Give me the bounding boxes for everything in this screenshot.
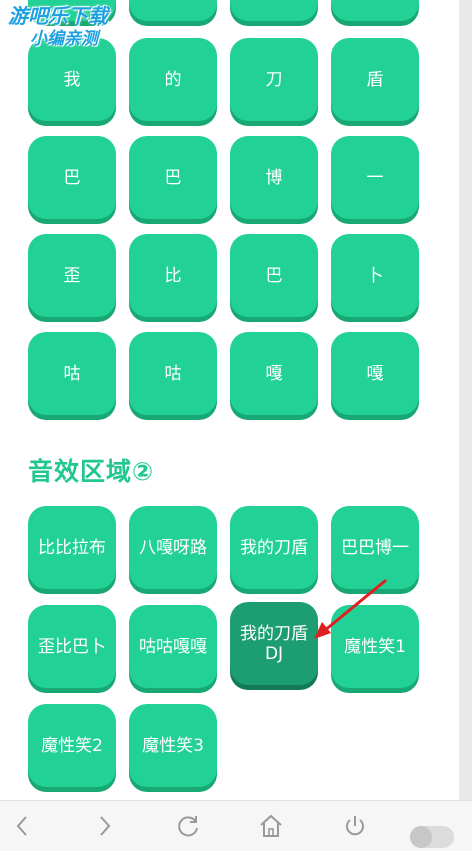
sound-button[interactable]: 刀 xyxy=(230,38,318,121)
sound-button[interactable]: 的 xyxy=(129,38,217,121)
sound-button[interactable]: 歪 xyxy=(28,234,116,317)
sound-button[interactable]: 巴 xyxy=(230,234,318,317)
sound-button[interactable]: 嘎 xyxy=(331,332,419,415)
sound-button[interactable]: 巴 xyxy=(28,136,116,219)
sound-button[interactable]: 咕咕嘎嘎 xyxy=(129,605,217,688)
sound-button[interactable]: 盾 xyxy=(331,38,419,121)
page-scrollbar[interactable] xyxy=(459,0,472,800)
sound-button[interactable]: 嘎 xyxy=(230,332,318,415)
sound-button[interactable]: 卜 xyxy=(331,234,419,317)
sound-button-partial[interactable] xyxy=(230,0,318,21)
sound-button-partial[interactable] xyxy=(331,0,419,21)
sound-button[interactable]: 八嘎呀路 xyxy=(129,506,217,589)
sound-button[interactable]: 魔性笑3 xyxy=(129,704,217,787)
section-title: 音效区域② xyxy=(28,457,155,486)
forward-icon[interactable] xyxy=(90,801,120,851)
sound-button[interactable]: 博 xyxy=(230,136,318,219)
annotation-arrow-icon xyxy=(314,579,387,639)
toggle-switch[interactable] xyxy=(410,826,454,848)
toggle-knob xyxy=(410,826,432,848)
sound-button[interactable]: 比比拉布 xyxy=(28,506,116,589)
power-icon[interactable] xyxy=(340,801,370,851)
sound-button[interactable]: 一 xyxy=(331,136,419,219)
refresh-icon[interactable] xyxy=(173,801,203,851)
sound-button[interactable]: 歪比巴卜 xyxy=(28,605,116,688)
back-icon[interactable] xyxy=(7,801,37,851)
sound-button[interactable]: 魔性笑2 xyxy=(28,704,116,787)
browser-bottom-bar xyxy=(0,800,472,851)
watermark-logo: 游吧乐下载 小编亲测 xyxy=(8,4,108,49)
sound-button[interactable]: 咕 xyxy=(28,332,116,415)
sound-button[interactable]: 比 xyxy=(129,234,217,317)
sound-button[interactable]: 巴 xyxy=(129,136,217,219)
sound-button[interactable]: 咕 xyxy=(129,332,217,415)
sound-button[interactable]: 我 xyxy=(28,38,116,121)
home-icon[interactable] xyxy=(256,801,286,851)
